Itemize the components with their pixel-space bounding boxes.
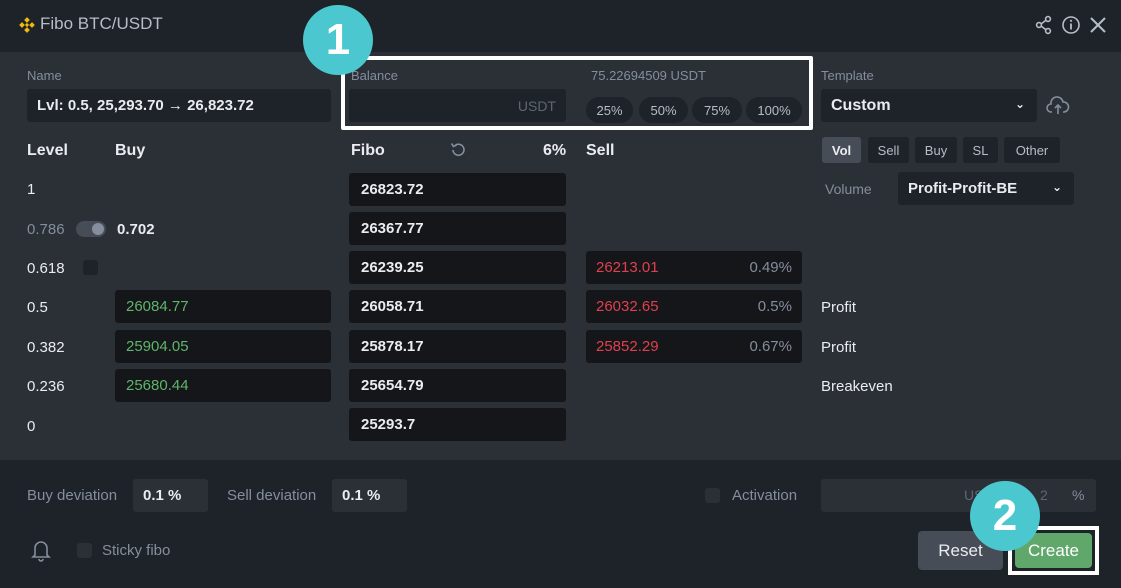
title-bar xyxy=(0,0,1121,52)
cloud-upload-icon[interactable] xyxy=(1046,95,1070,117)
name-field[interactable]: Lvl: 0.5, 25,293.70 → 26,823.72 xyxy=(27,89,331,122)
fibo-cell[interactable]: 25293.7 xyxy=(349,408,566,441)
buy-deviation-label: Buy deviation xyxy=(27,487,118,504)
buy-cell[interactable]: 25680.44 xyxy=(115,369,331,402)
close-icon[interactable] xyxy=(1088,15,1108,35)
sell-price: 26213.01 xyxy=(596,259,659,276)
tab-other[interactable]: Other xyxy=(1004,137,1060,163)
binance-logo-icon xyxy=(19,17,35,33)
sell-deviation-label: Sell deviation xyxy=(227,487,317,504)
window-title: Fibo BTC/USDT xyxy=(40,14,163,33)
volume-tag: Breakeven xyxy=(821,378,893,395)
toggle-knob xyxy=(92,223,104,235)
volume-tag: Profit xyxy=(821,339,857,356)
sell-cell[interactable]: 25852.29 0.67% xyxy=(586,330,802,363)
tab-sell[interactable]: Sell xyxy=(868,137,909,163)
volume-label: Volume xyxy=(825,181,872,197)
level-0786: 0.786 xyxy=(27,221,65,238)
annotation-badge-1: 1 xyxy=(303,5,373,75)
buy-deviation-input[interactable]: 0.1 % xyxy=(133,479,208,512)
fibo-cell[interactable]: 25878.17 xyxy=(349,330,566,363)
volume-value: Profit-Profit-BE xyxy=(908,180,1018,197)
sticky-fibo-checkbox[interactable] xyxy=(77,543,92,558)
buy-cell[interactable]: 26084.77 xyxy=(115,290,331,323)
level-checkbox[interactable] xyxy=(83,260,98,275)
level-0: 0 xyxy=(27,418,36,435)
bell-icon[interactable] xyxy=(30,538,52,562)
chevron-down-icon: ⌄ xyxy=(1051,180,1062,194)
tab-vol[interactable]: Vol xyxy=(822,137,861,163)
template-label: Template xyxy=(821,68,874,83)
activation-checkbox[interactable] xyxy=(705,488,720,503)
volume-tag: Profit xyxy=(821,299,857,316)
sticky-fibo-label: Sticky fibo xyxy=(102,542,171,559)
sell-cell[interactable]: 26213.01 0.49% xyxy=(586,251,802,284)
fibo-cell[interactable]: 25654.79 xyxy=(349,369,566,402)
sell-percent: 0.49% xyxy=(749,259,792,276)
volume-select[interactable]: Profit-Profit-BE ⌄ xyxy=(898,172,1074,205)
level-toggle[interactable] xyxy=(76,221,106,237)
buy-header: Buy xyxy=(115,142,146,159)
template-value: Custom xyxy=(831,96,891,114)
activation-label: Activation xyxy=(732,487,798,504)
sell-header: Sell xyxy=(586,142,615,159)
fibo-cell[interactable]: 26367.77 xyxy=(349,212,566,245)
fibo-cell[interactable]: 26823.72 xyxy=(349,173,566,206)
name-label: Name xyxy=(27,68,62,83)
chevron-down-icon: ⌄ xyxy=(1014,97,1025,111)
info-icon[interactable] xyxy=(1061,15,1081,35)
sell-deviation-input[interactable]: 0.1 % xyxy=(332,479,407,512)
template-select[interactable]: Custom ⌄ xyxy=(821,89,1037,122)
share-icon[interactable] xyxy=(1034,15,1054,35)
activation-value: 2 xyxy=(1040,487,1048,503)
annotation-badge-2: 2 xyxy=(970,481,1040,551)
fibo-percent: 6% xyxy=(543,142,567,159)
level-05: 0.5 xyxy=(27,299,48,316)
level-0236: 0.236 xyxy=(27,378,65,395)
level-0618: 0.618 xyxy=(27,260,65,277)
fibo-cell[interactable]: 26239.25 xyxy=(349,251,566,284)
level-header: Level xyxy=(27,142,68,159)
tab-buy[interactable]: Buy xyxy=(915,137,957,163)
fibo-cell[interactable]: 26058.71 xyxy=(349,290,566,323)
activation-percent-unit: % xyxy=(1072,487,1085,503)
undo-icon[interactable] xyxy=(449,141,467,159)
activation-input[interactable]: US 2 % xyxy=(821,479,1096,512)
sell-percent: 0.67% xyxy=(749,338,792,355)
sell-price: 26032.65 xyxy=(596,298,659,315)
toggle-value: 0.702 xyxy=(117,221,155,238)
sell-percent: 0.5% xyxy=(757,298,792,315)
tab-sl[interactable]: SL xyxy=(963,137,998,163)
buy-cell[interactable]: 25904.05 xyxy=(115,330,331,363)
highlight-box-balance xyxy=(341,56,813,130)
fibo-header: Fibo xyxy=(351,142,385,159)
sell-price: 25852.29 xyxy=(596,338,659,355)
level-0382: 0.382 xyxy=(27,339,65,356)
sell-cell[interactable]: 26032.65 0.5% xyxy=(586,290,802,323)
level-1: 1 xyxy=(27,181,36,198)
